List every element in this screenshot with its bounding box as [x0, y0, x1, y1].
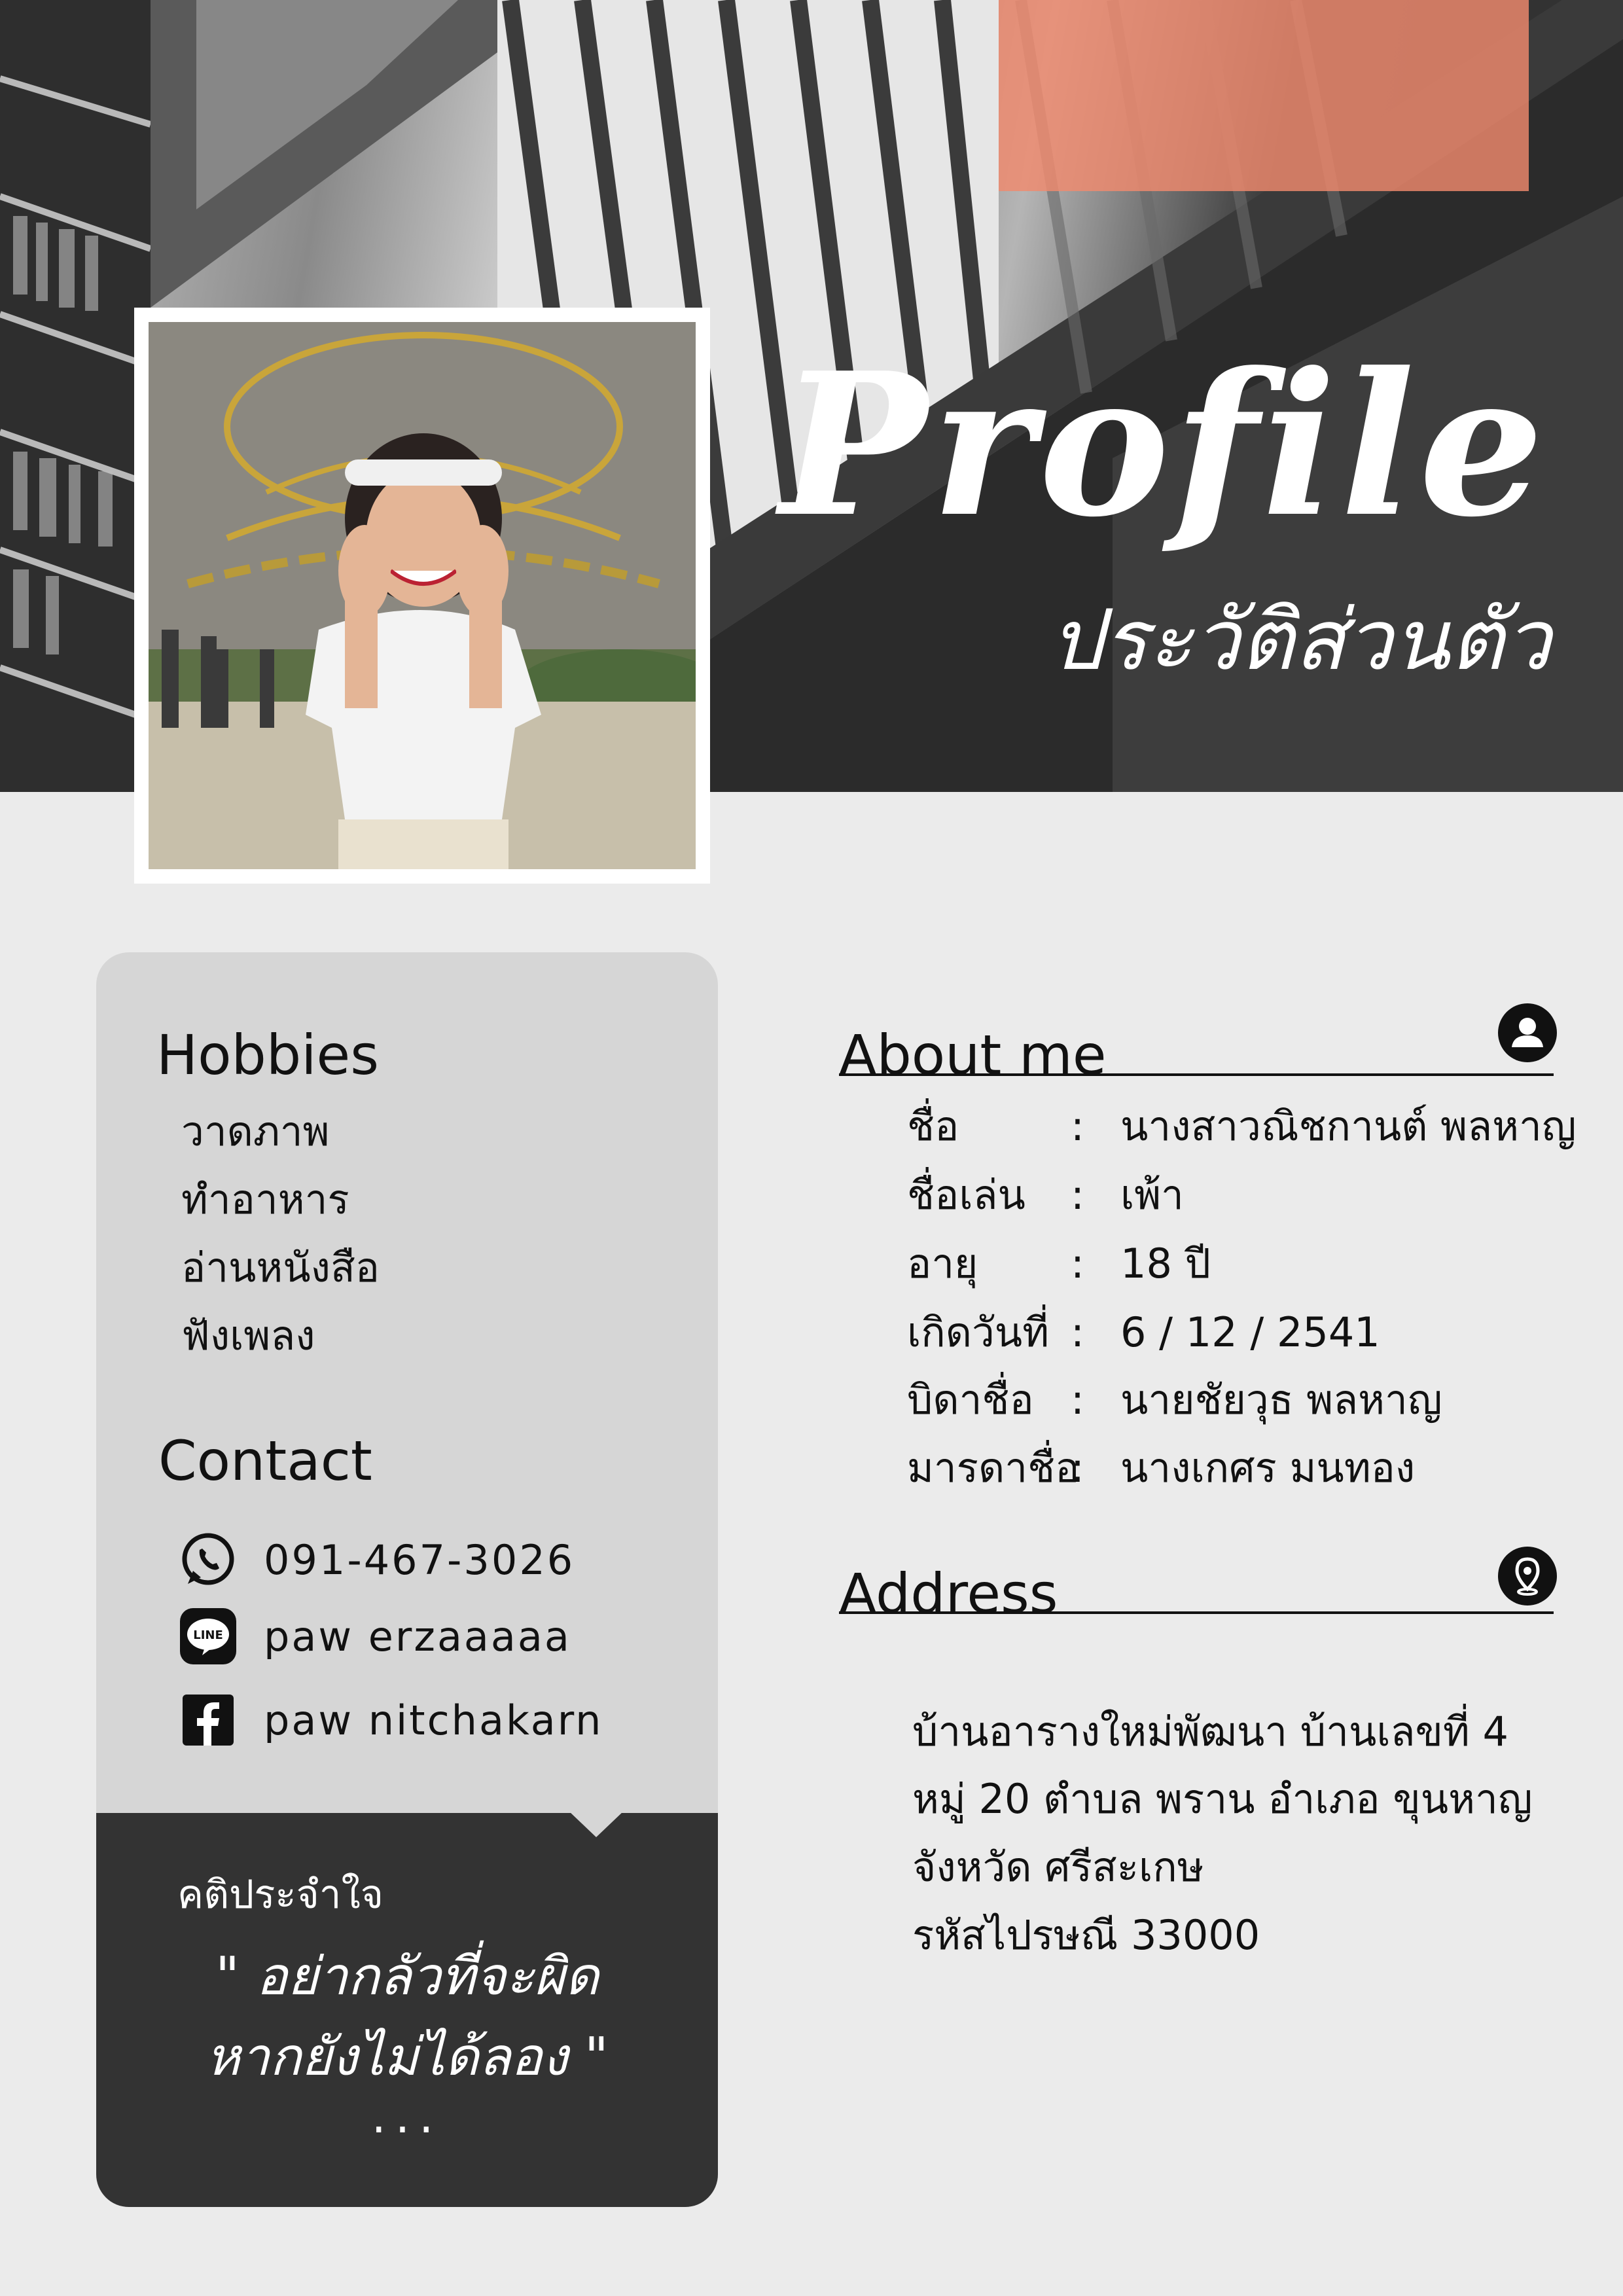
contact-line[interactable]: LINE paw erzaaaaa: [179, 1607, 571, 1666]
hobbies-heading: Hobbies: [156, 1023, 379, 1087]
quote-notch: [569, 1811, 624, 1837]
about-value: นางเกศร มนทอง: [1120, 1444, 1416, 1492]
quote-dots: ...: [371, 2090, 443, 2144]
whatsapp-icon: [182, 1533, 234, 1585]
about-separator: :: [1071, 1240, 1084, 1287]
left-info-card: Hobbies วาดภาพ ทำอาหาร อ่านหนังสือ ฟังเพ…: [96, 952, 718, 2207]
address-line: บ้านอารางใหม่พัฒนา บ้านเลขที่ 4: [912, 1708, 1508, 1755]
address-underline: [839, 1611, 1554, 1614]
accent-rectangle: [999, 0, 1529, 191]
about-separator: :: [1071, 1102, 1084, 1150]
address-line: หมู่ 20 ตำบล พราน อำเภอ ขุนหาญ: [912, 1775, 1533, 1823]
contact-phone[interactable]: 091-467-3026: [179, 1530, 575, 1589]
about-separator: :: [1071, 1376, 1084, 1424]
about-label: มารดาชื่อ: [907, 1444, 1080, 1492]
user-icon: [1498, 1003, 1557, 1062]
quote-line-2: หากยังไม่ได้ลอง ": [205, 2026, 609, 2087]
hobby-item: อ่านหนังสือ: [181, 1244, 380, 1291]
hobby-item: วาดภาพ: [181, 1107, 330, 1155]
portrait-illustration: [149, 322, 696, 869]
about-underline: [839, 1073, 1554, 1076]
profile-subtitle: ประวัติส่วนตัว: [1049, 592, 1551, 689]
contact-line-text: paw erzaaaaa: [264, 1612, 571, 1660]
hobby-item: ทำอาหาร: [181, 1175, 349, 1223]
about-separator: :: [1071, 1171, 1084, 1219]
about-value: 18 ปี: [1120, 1240, 1211, 1287]
about-label: บิดาชื่อ: [907, 1376, 1034, 1424]
about-label: ชื่อเล่น: [907, 1171, 1026, 1219]
svg-text:LINE: LINE: [193, 1628, 223, 1642]
about-value: นายชัยวุธ พลหาญ: [1120, 1376, 1442, 1424]
about-separator: :: [1071, 1308, 1084, 1356]
contact-heading: Contact: [158, 1429, 372, 1493]
facebook-icon: [183, 1695, 234, 1746]
about-value: นางสาวณิชกานต์ พลหาญ: [1120, 1102, 1577, 1150]
profile-photo-frame: [134, 308, 710, 884]
line-icon: LINE: [180, 1608, 236, 1664]
location-pin-icon: [1498, 1547, 1557, 1605]
about-label: อายุ: [907, 1240, 978, 1287]
about-label: ชื่อ: [907, 1102, 959, 1150]
profile-photo: [149, 322, 696, 869]
quote-line-1: " อย่ากลัวที่จะผิด: [215, 1946, 599, 2007]
about-separator: :: [1071, 1444, 1084, 1492]
address-line: รหัสไปรษณี 33000: [912, 1911, 1260, 1959]
profile-title: Profile: [779, 329, 1548, 560]
contact-phone-text: 091-467-3026: [264, 1535, 575, 1584]
about-value: เพ้า: [1120, 1171, 1184, 1219]
contact-facebook[interactable]: paw nitchakarn: [179, 1691, 603, 1749]
hobby-item: ฟังเพลง: [181, 1312, 315, 1359]
address-line: จังหวัด ศรีสะเกษ: [912, 1843, 1204, 1891]
contact-facebook-text: paw nitchakarn: [264, 1696, 603, 1744]
about-value: 6 / 12 / 2541: [1120, 1308, 1380, 1356]
about-label: เกิดวันที่: [907, 1308, 1050, 1356]
quote-label: คติประจำใจ: [177, 1872, 383, 1918]
